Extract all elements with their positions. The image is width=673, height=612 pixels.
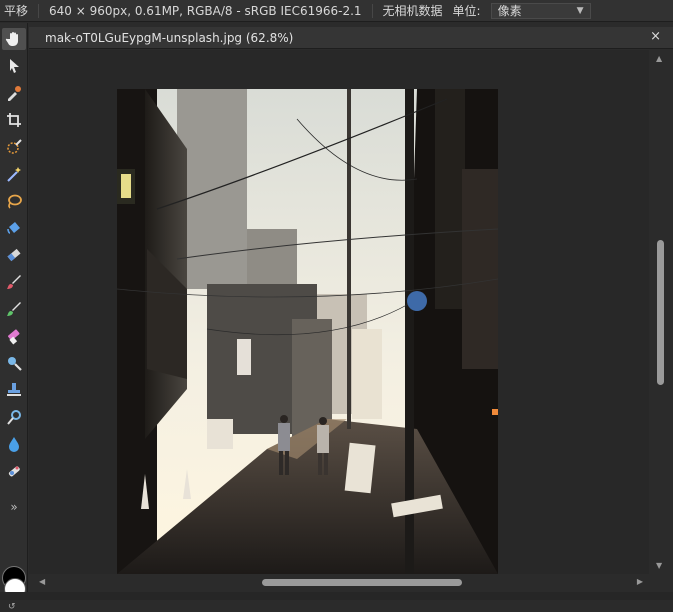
scroll-down-icon[interactable]: ▼ — [656, 561, 662, 570]
unit-label: 单位: — [452, 4, 481, 18]
selection-brush-tool[interactable] — [2, 136, 26, 158]
unit-select[interactable]: 像素 ▼ — [490, 2, 591, 19]
paint-brush-icon — [7, 275, 21, 289]
image-info: 640 × 960px, 0.61MP, RGBA/8 - sRGB IEC61… — [49, 3, 362, 18]
document-title: mak-oT0LGuEypgM-unsplash.jpg (62.8%) — [45, 31, 294, 45]
magic-wand-tool[interactable] — [2, 163, 26, 185]
clone-stamp-icon — [7, 383, 21, 396]
healing-icon — [8, 466, 20, 477]
horizontal-scroll-thumb[interactable] — [262, 579, 462, 586]
horizontal-scrollbar[interactable]: ◀ ▶ — [29, 574, 651, 592]
gradient-tool[interactable] — [2, 244, 26, 266]
flood-fill-icon — [7, 222, 20, 234]
dodge-icon — [7, 410, 21, 425]
color-picker-icon — [8, 86, 21, 101]
pixel-brush-icon — [7, 302, 21, 316]
street-photo — [117, 89, 498, 574]
magic-wand-icon — [7, 167, 21, 182]
crop-tool[interactable] — [2, 109, 26, 131]
clone-stamp-tool[interactable] — [2, 379, 26, 401]
dodge-tool[interactable] — [2, 406, 26, 428]
blur-tool[interactable] — [2, 433, 26, 455]
paint-brush-tool[interactable] — [2, 271, 26, 293]
crop-icon — [7, 113, 21, 127]
context-toolbar: 平移 640 × 960px, 0.61MP, RGBA/8 - sRGB IE… — [0, 0, 673, 22]
color-picker-tool[interactable] — [2, 82, 26, 104]
more-tools-button[interactable]: » — [2, 496, 26, 518]
unit-select-value: 像素 — [497, 4, 522, 18]
scroll-up-icon[interactable]: ▲ — [656, 54, 662, 63]
move-pointer-icon — [10, 59, 19, 73]
tools-panel: » ↺ — [0, 23, 28, 612]
scroll-left-icon[interactable]: ◀ — [39, 577, 45, 586]
selection-brush-icon — [7, 139, 22, 154]
vertical-scroll-thumb[interactable] — [657, 240, 664, 385]
divider — [371, 3, 373, 18]
eraser-tool[interactable] — [2, 325, 26, 347]
canvas-area[interactable] — [29, 50, 649, 574]
current-tool-label: 平移 — [4, 4, 29, 18]
chevron-down-icon: ▼ — [576, 5, 584, 16]
smudge-icon — [8, 357, 22, 371]
swap-colors-icon[interactable]: ↺ — [8, 602, 16, 612]
freehand-selection-icon — [8, 194, 22, 209]
freehand-selection-tool[interactable] — [2, 190, 26, 212]
hand-icon — [5, 32, 18, 46]
document-tab[interactable]: mak-oT0LGuEypgM-unsplash.jpg (62.8%) × — [29, 27, 673, 49]
status-strip — [0, 592, 673, 600]
hand-tool[interactable] — [2, 28, 26, 50]
move-tool[interactable] — [2, 55, 26, 77]
divider — [38, 3, 40, 18]
pixel-brush-tool[interactable] — [2, 298, 26, 320]
blur-icon — [9, 437, 19, 452]
flood-fill-tool[interactable] — [2, 217, 26, 239]
close-icon[interactable]: × — [650, 29, 661, 44]
vertical-scrollbar[interactable]: ▲ ▼ — [651, 50, 673, 574]
healing-tool[interactable] — [2, 460, 26, 482]
canvas-image — [117, 89, 498, 574]
gradient-icon — [7, 248, 21, 262]
smudge-tool[interactable] — [2, 352, 26, 374]
camera-info: 无相机数据 — [382, 4, 443, 18]
scroll-right-icon[interactable]: ▶ — [637, 577, 643, 586]
eraser-icon — [8, 329, 20, 345]
